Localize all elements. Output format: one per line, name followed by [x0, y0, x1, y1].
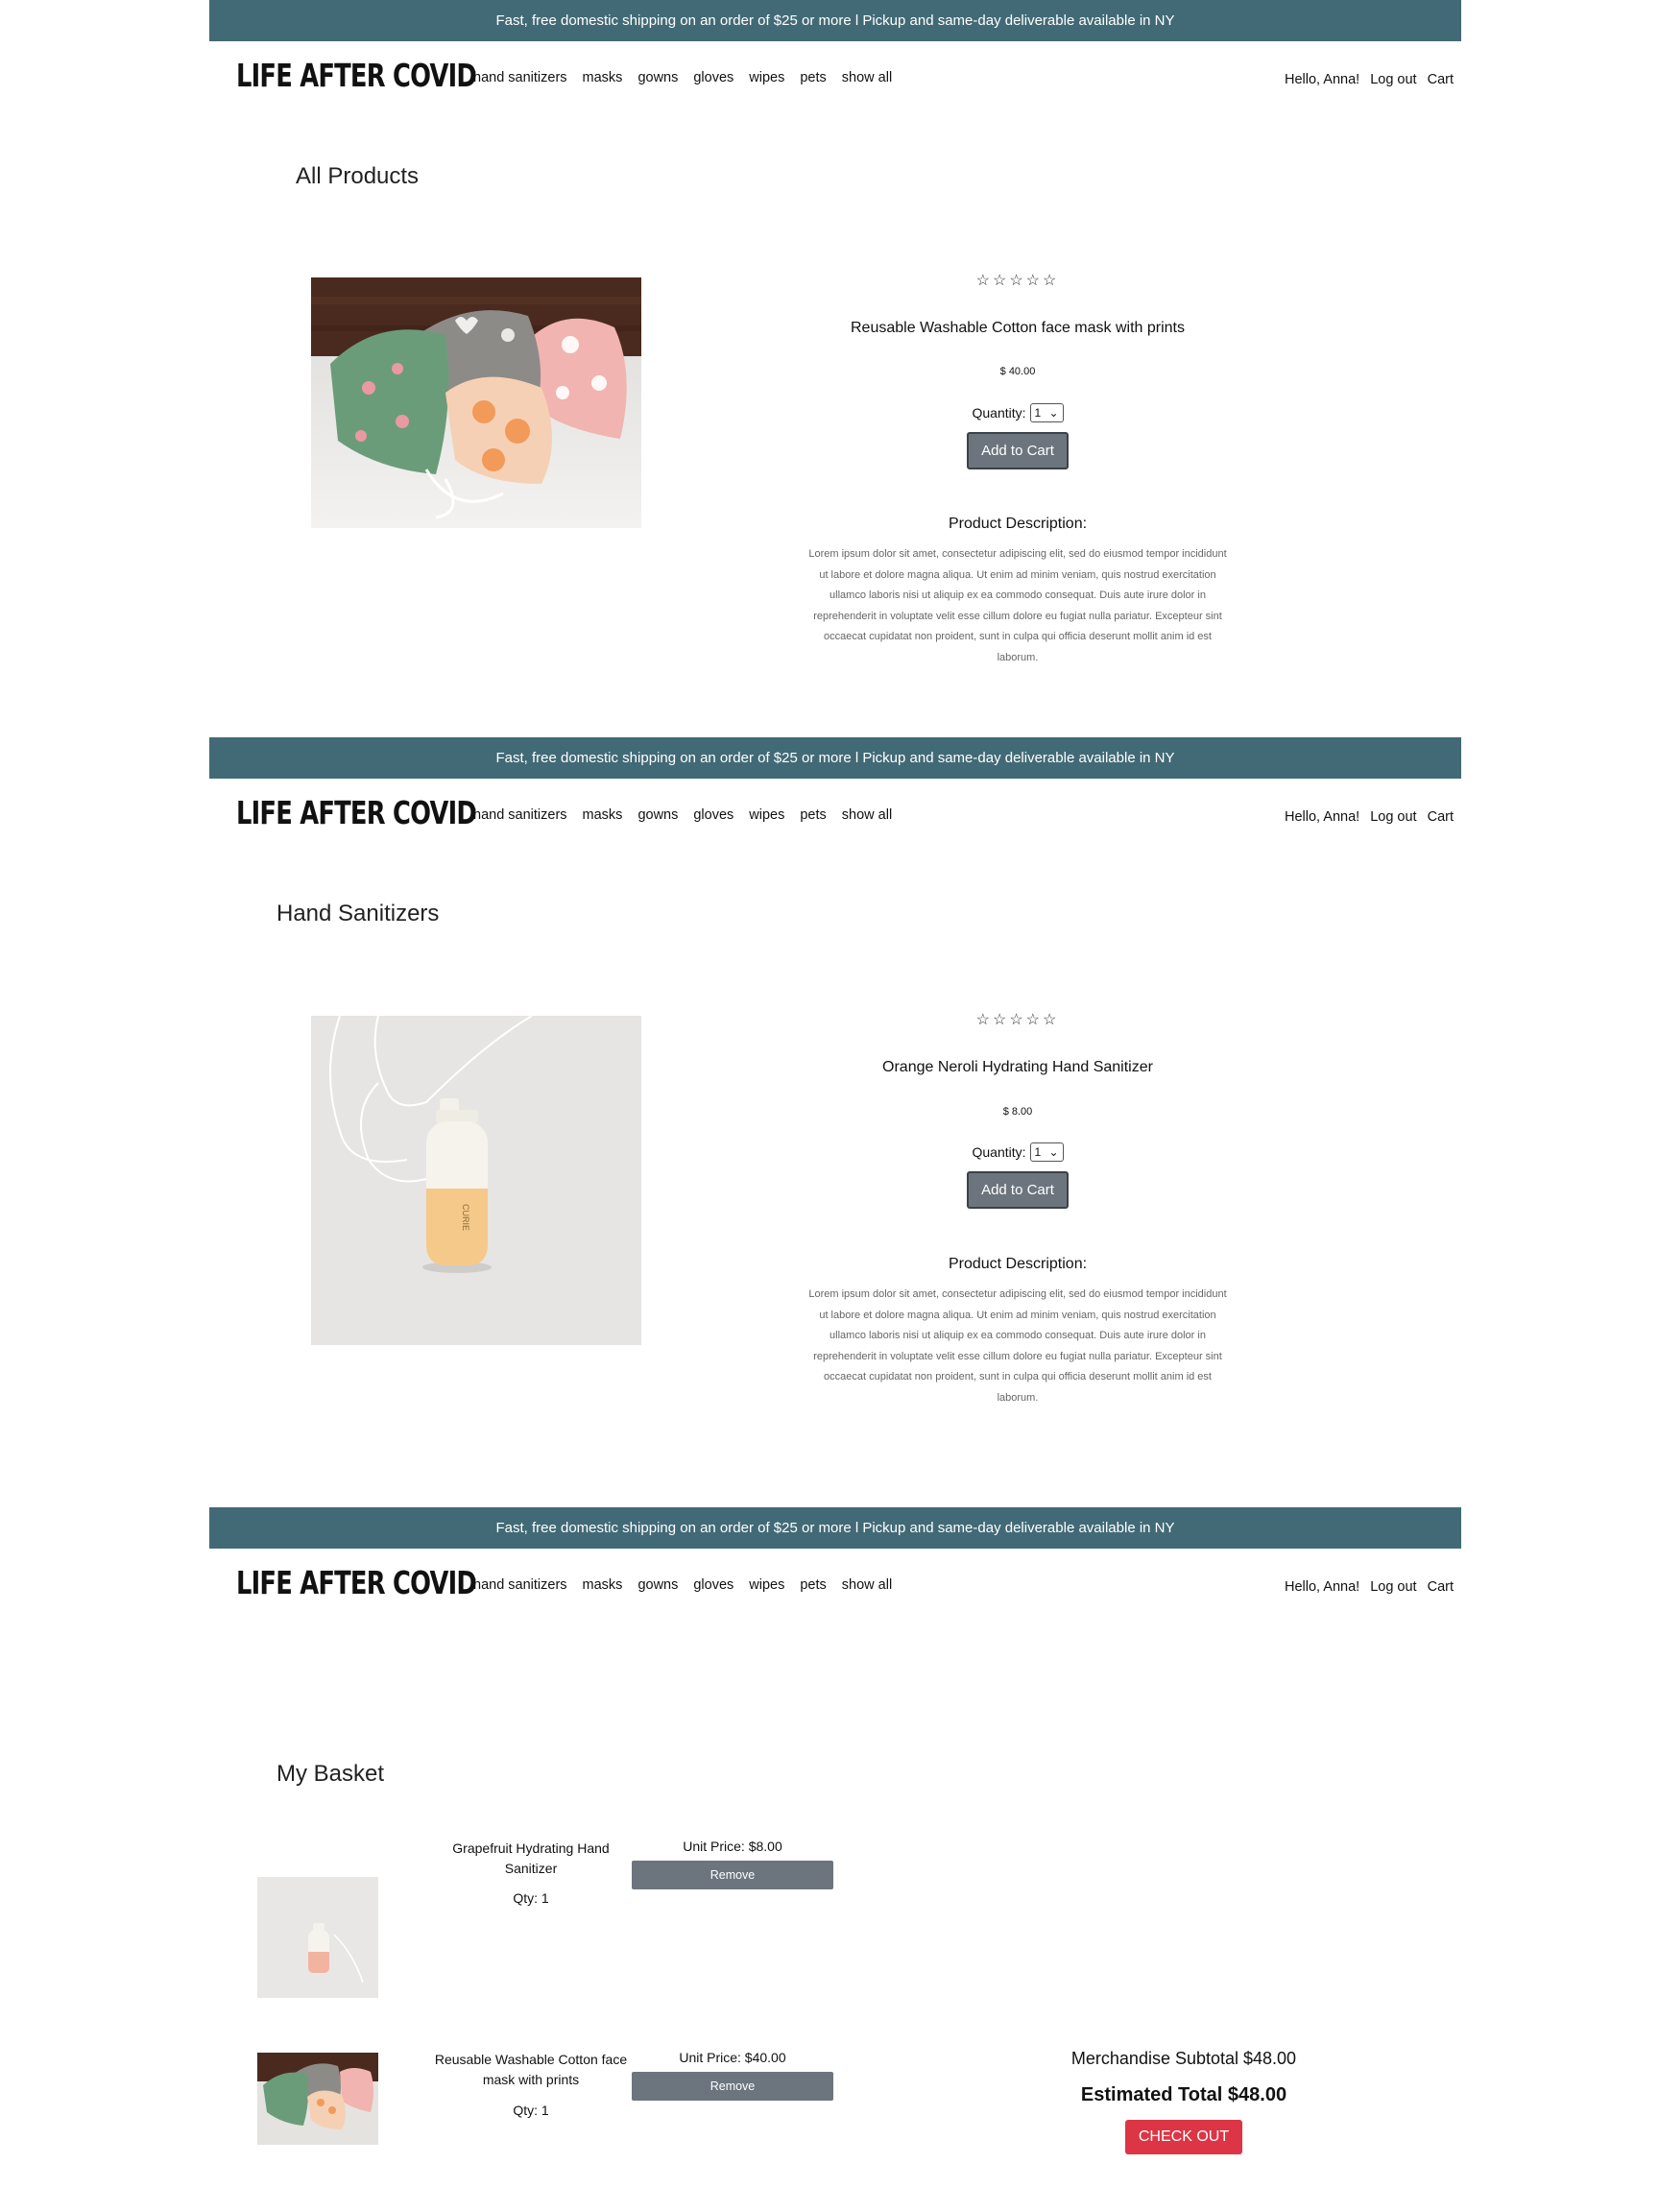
cart-link[interactable]: Cart: [1428, 809, 1454, 825]
page-title: My Basket: [276, 1761, 385, 1787]
add-to-cart-button[interactable]: Add to Cart: [967, 1171, 1069, 1209]
nav-show-all[interactable]: show all: [842, 70, 892, 85]
nav-show-all[interactable]: show all: [842, 807, 892, 823]
page-title: Hand Sanitizers: [276, 901, 440, 926]
top-nav: LIFE AFTER COVID hand sanitizers masks g…: [209, 1549, 1461, 1625]
item-name: Grapefruit Hydrating Hand Sanitizer: [452, 1840, 610, 1876]
user-greeting: Hello, Anna!: [1285, 72, 1360, 87]
item-unit-price: Unit Price: $8.00: [683, 1839, 782, 1854]
merchandise-subtotal: Merchandise Subtotal $48.00: [1070, 2049, 1297, 2068]
banner-text: Fast, free domestic shipping on an order…: [495, 1520, 1175, 1536]
nav-gowns[interactable]: gowns: [637, 1577, 678, 1593]
product-image-mask[interactable]: [311, 277, 641, 528]
quantity-label: Quantity:: [972, 405, 1026, 421]
product-name: Reusable Washable Cotton face mask with …: [850, 320, 1185, 336]
all-products-page: Fast, free domestic shipping on an order…: [209, 0, 1461, 737]
item-qty: Qty: 1: [513, 1890, 549, 1906]
quantity-select[interactable]: 1 ⌄: [1029, 403, 1064, 422]
nav-pets[interactable]: pets: [800, 1577, 826, 1593]
masks-photo: [311, 277, 641, 528]
category-nav: hand sanitizers masks gowns gloves wipes…: [473, 1577, 907, 1593]
chevron-down-icon: ⌄: [1048, 1145, 1059, 1159]
nav-gowns[interactable]: gowns: [637, 70, 678, 85]
nav-wipes[interactable]: wipes: [749, 70, 784, 85]
banner-text: Fast, free domestic shipping on an order…: [495, 750, 1175, 766]
product-description: Lorem ipsum dolor sit amet, consectetur …: [808, 1288, 1227, 1404]
order-summary: Merchandise Subtotal $48.00 Estimated To…: [1045, 2049, 1323, 2154]
add-to-cart-button[interactable]: Add to Cart: [967, 432, 1069, 469]
user-nav: Hello, Anna! Log out Cart: [1274, 1579, 1454, 1595]
nav-masks[interactable]: masks: [583, 70, 623, 85]
nav-masks[interactable]: masks: [583, 1577, 623, 1593]
item-name: Reusable Washable Cotton face mask with …: [434, 2052, 628, 2087]
top-nav: LIFE AFTER COVID hand sanitizers masks g…: [209, 779, 1461, 855]
category-nav: hand sanitizers masks gowns gloves wipes…: [473, 70, 907, 85]
nav-wipes[interactable]: wipes: [749, 807, 784, 823]
logout-link[interactable]: Log out: [1370, 72, 1416, 87]
quantity-select[interactable]: 1 ⌄: [1029, 1142, 1064, 1162]
nav-show-all[interactable]: show all: [842, 1577, 892, 1593]
quantity-row: Quantity: 1 ⌄: [797, 1142, 1238, 1162]
nav-pets[interactable]: pets: [800, 807, 826, 823]
nav-wipes[interactable]: wipes: [749, 1577, 784, 1593]
nav-pets[interactable]: pets: [800, 70, 826, 85]
rating-stars[interactable]: ☆☆☆☆☆: [797, 1010, 1238, 1029]
logout-link[interactable]: Log out: [1370, 1579, 1416, 1595]
item-qty: Qty: 1: [513, 2103, 549, 2118]
product-price: $ 40.00: [999, 366, 1036, 377]
banner-text: Fast, free domestic shipping on an order…: [495, 12, 1175, 29]
user-greeting: Hello, Anna!: [1285, 1579, 1360, 1595]
cart-link[interactable]: Cart: [1428, 1579, 1454, 1595]
item-thumbnail[interactable]: [257, 2053, 378, 2145]
rating-stars[interactable]: ☆☆☆☆☆: [797, 271, 1238, 290]
nav-gloves[interactable]: gloves: [693, 70, 733, 85]
mask-photo: [257, 2053, 378, 2145]
grapefruit-sanitizer-photo: [257, 1877, 378, 1998]
description-title: Product Description:: [948, 1256, 1088, 1272]
brand-logo[interactable]: LIFE AFTER COVID: [236, 57, 477, 94]
shipping-banner: Fast, free domestic shipping on an order…: [209, 1507, 1461, 1549]
basket-item: Reusable Washable Cotton face mask with …: [257, 2050, 881, 2187]
nav-hand-sanitizers[interactable]: hand sanitizers: [473, 807, 567, 823]
quantity-row: Quantity: 1 ⌄: [797, 403, 1238, 422]
quantity-label: Quantity:: [972, 1144, 1026, 1160]
quantity-value: 1: [1034, 1145, 1042, 1159]
user-greeting: Hello, Anna!: [1285, 809, 1360, 825]
user-nav: Hello, Anna! Log out Cart: [1274, 72, 1454, 87]
description-title: Product Description:: [948, 516, 1088, 532]
item-unit-price: Unit Price: $40.00: [679, 2050, 786, 2065]
nav-gloves[interactable]: gloves: [693, 1577, 733, 1593]
product-description: Lorem ipsum dolor sit amet, consectetur …: [808, 548, 1227, 663]
sanitizer-photo: CURIE: [311, 1016, 641, 1345]
category-nav: hand sanitizers masks gowns gloves wipes…: [473, 807, 907, 823]
product-image-sanitizer[interactable]: CURIE: [311, 1016, 641, 1345]
nav-masks[interactable]: masks: [583, 807, 623, 823]
hand-sanitizers-page: Fast, free domestic shipping on an order…: [209, 737, 1461, 1505]
basket-page: Fast, free domestic shipping on an order…: [209, 1507, 1461, 2212]
logout-link[interactable]: Log out: [1370, 809, 1416, 825]
bottle-label: CURIE: [461, 1204, 470, 1231]
estimated-total: Estimated Total $48.00: [1080, 2084, 1287, 2105]
basket-item: Grapefruit Hydrating Hand Sanitizer Qty:…: [257, 1839, 881, 2011]
remove-button[interactable]: Remove: [632, 1861, 833, 1889]
top-nav: LIFE AFTER COVID hand sanitizers masks g…: [209, 41, 1461, 118]
shipping-banner: Fast, free domestic shipping on an order…: [209, 0, 1461, 41]
item-thumbnail[interactable]: [257, 1877, 378, 1998]
brand-logo[interactable]: LIFE AFTER COVID: [236, 1564, 477, 1601]
nav-hand-sanitizers[interactable]: hand sanitizers: [473, 70, 567, 85]
page-title: All Products: [296, 163, 420, 189]
brand-logo[interactable]: LIFE AFTER COVID: [236, 794, 477, 831]
product-price: $ 8.00: [1002, 1106, 1033, 1118]
shipping-banner: Fast, free domestic shipping on an order…: [209, 737, 1461, 779]
checkout-button[interactable]: CHECK OUT: [1124, 2120, 1243, 2154]
cart-link[interactable]: Cart: [1428, 72, 1454, 87]
nav-gloves[interactable]: gloves: [693, 807, 733, 823]
chevron-down-icon: ⌄: [1048, 406, 1059, 420]
nav-gowns[interactable]: gowns: [637, 807, 678, 823]
product-name: Orange Neroli Hydrating Hand Sanitizer: [882, 1059, 1153, 1075]
nav-hand-sanitizers[interactable]: hand sanitizers: [473, 1577, 567, 1593]
remove-button[interactable]: Remove: [632, 2072, 833, 2101]
quantity-value: 1: [1034, 406, 1042, 420]
user-nav: Hello, Anna! Log out Cart: [1274, 809, 1454, 825]
